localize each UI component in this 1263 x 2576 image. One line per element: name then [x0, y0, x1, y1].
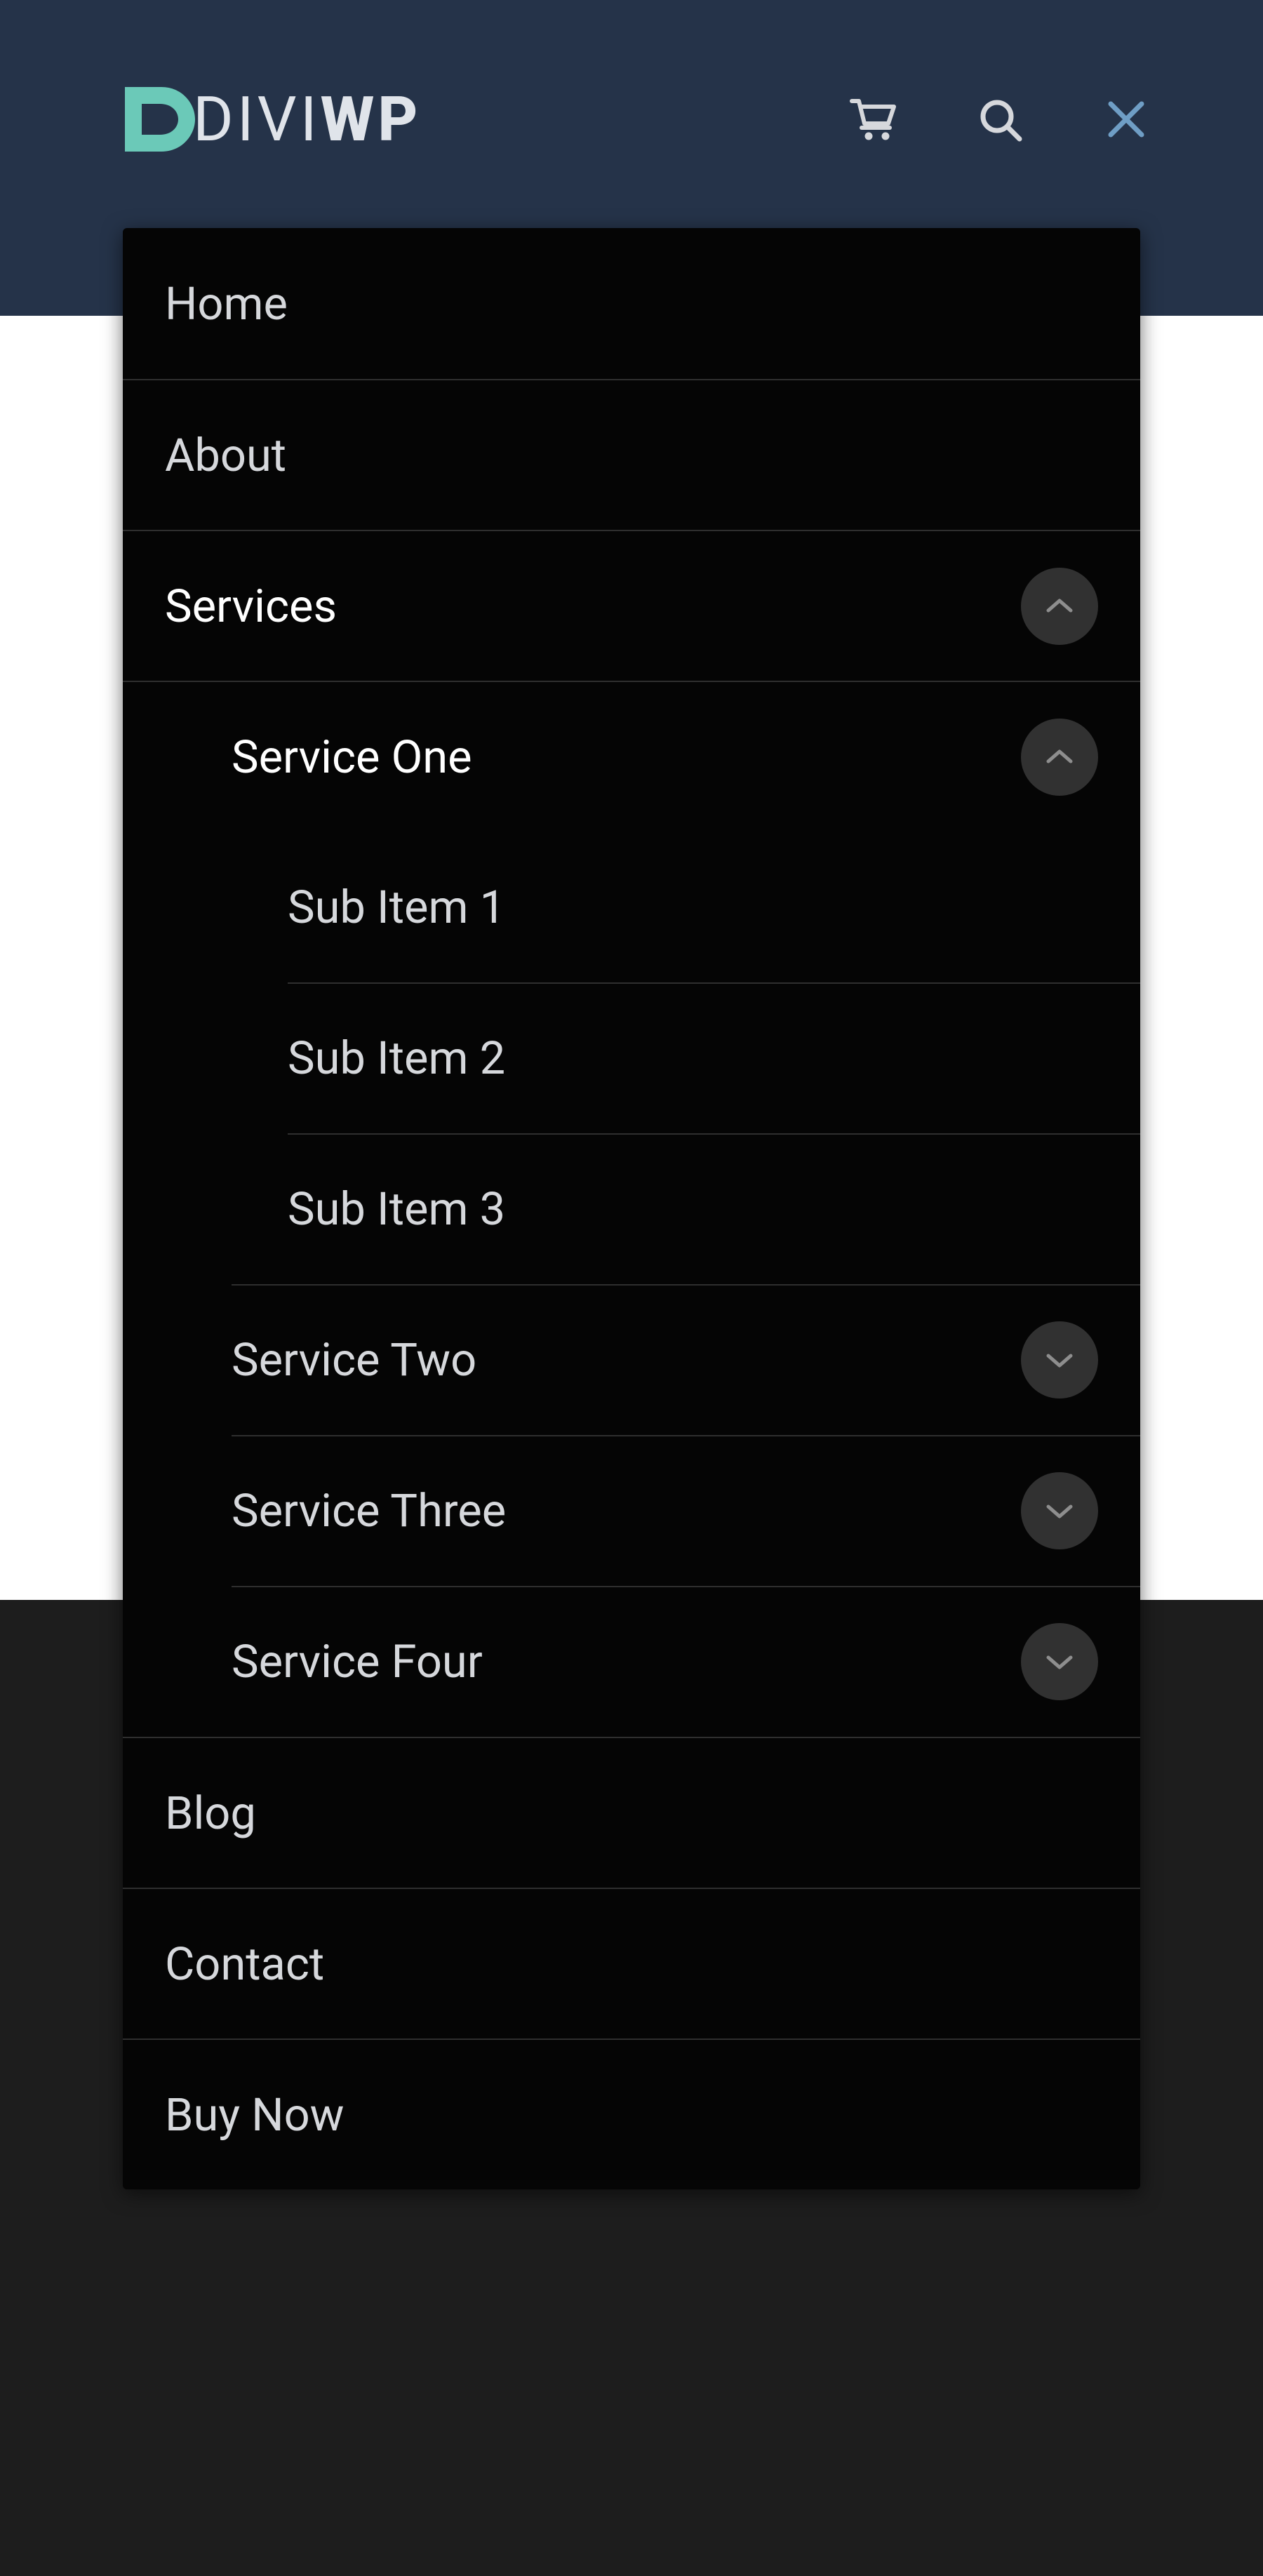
- nav-label: Home: [165, 277, 288, 331]
- nav-item-sub-1[interactable]: Sub Item 1: [123, 832, 1140, 982]
- nav-label: Service Three: [232, 1484, 506, 1537]
- nav-label: Sub Item 1: [288, 881, 505, 934]
- nav-label: Service Four: [232, 1635, 483, 1688]
- header-inner: DIVIWP: [0, 77, 1263, 161]
- nav-label: Service One: [232, 730, 472, 784]
- cart-icon[interactable]: [849, 95, 898, 144]
- logo-text: DIVIWP: [193, 84, 421, 156]
- nav-item-service-one[interactable]: Service One: [123, 681, 1140, 832]
- nav-item-services[interactable]: Services: [123, 530, 1140, 681]
- nav-label: Contact: [165, 1937, 324, 1991]
- logo-text-bold: WP: [321, 84, 422, 156]
- logo-text-regular: DIVI: [193, 84, 321, 156]
- nav-item-service-two[interactable]: Service Two: [123, 1284, 1140, 1435]
- nav-label: Blog: [165, 1787, 256, 1840]
- nav-item-sub-2[interactable]: Sub Item 2: [123, 982, 1140, 1133]
- chevron-up-icon: [1044, 747, 1075, 767]
- header-icons: [849, 95, 1151, 144]
- nav-item-blog[interactable]: Blog: [123, 1737, 1140, 1888]
- expand-toggle[interactable]: [1021, 1623, 1098, 1700]
- nav-item-service-three[interactable]: Service Three: [123, 1435, 1140, 1586]
- nav-item-home[interactable]: Home: [123, 228, 1140, 379]
- nav-item-buy-now[interactable]: Buy Now: [123, 2038, 1140, 2189]
- nav-item-service-four[interactable]: Service Four: [123, 1586, 1140, 1737]
- mobile-nav-menu: Home About Services Service One Sub Item…: [123, 228, 1140, 2189]
- nav-label: About: [165, 429, 286, 482]
- site-logo[interactable]: DIVIWP: [112, 77, 421, 161]
- nav-item-sub-3[interactable]: Sub Item 3: [123, 1133, 1140, 1284]
- nav-label: Services: [165, 580, 337, 633]
- nav-label: Buy Now: [165, 2088, 345, 2142]
- chevron-down-icon: [1044, 1501, 1075, 1521]
- expand-toggle[interactable]: [1021, 1321, 1098, 1399]
- collapse-toggle[interactable]: [1021, 719, 1098, 796]
- chevron-up-icon: [1044, 596, 1075, 616]
- nav-item-about[interactable]: About: [123, 379, 1140, 530]
- chevron-down-icon: [1044, 1350, 1075, 1370]
- expand-toggle[interactable]: [1021, 1472, 1098, 1549]
- nav-label: Sub Item 3: [288, 1182, 505, 1236]
- close-icon[interactable]: [1102, 95, 1151, 144]
- nav-item-contact[interactable]: Contact: [123, 1888, 1140, 2038]
- chevron-down-icon: [1044, 1652, 1075, 1671]
- search-icon[interactable]: [975, 95, 1024, 144]
- collapse-toggle[interactable]: [1021, 568, 1098, 645]
- nav-label: Sub Item 2: [288, 1032, 505, 1085]
- nav-label: Service Two: [232, 1333, 476, 1387]
- logo-mark-icon: [112, 77, 196, 161]
